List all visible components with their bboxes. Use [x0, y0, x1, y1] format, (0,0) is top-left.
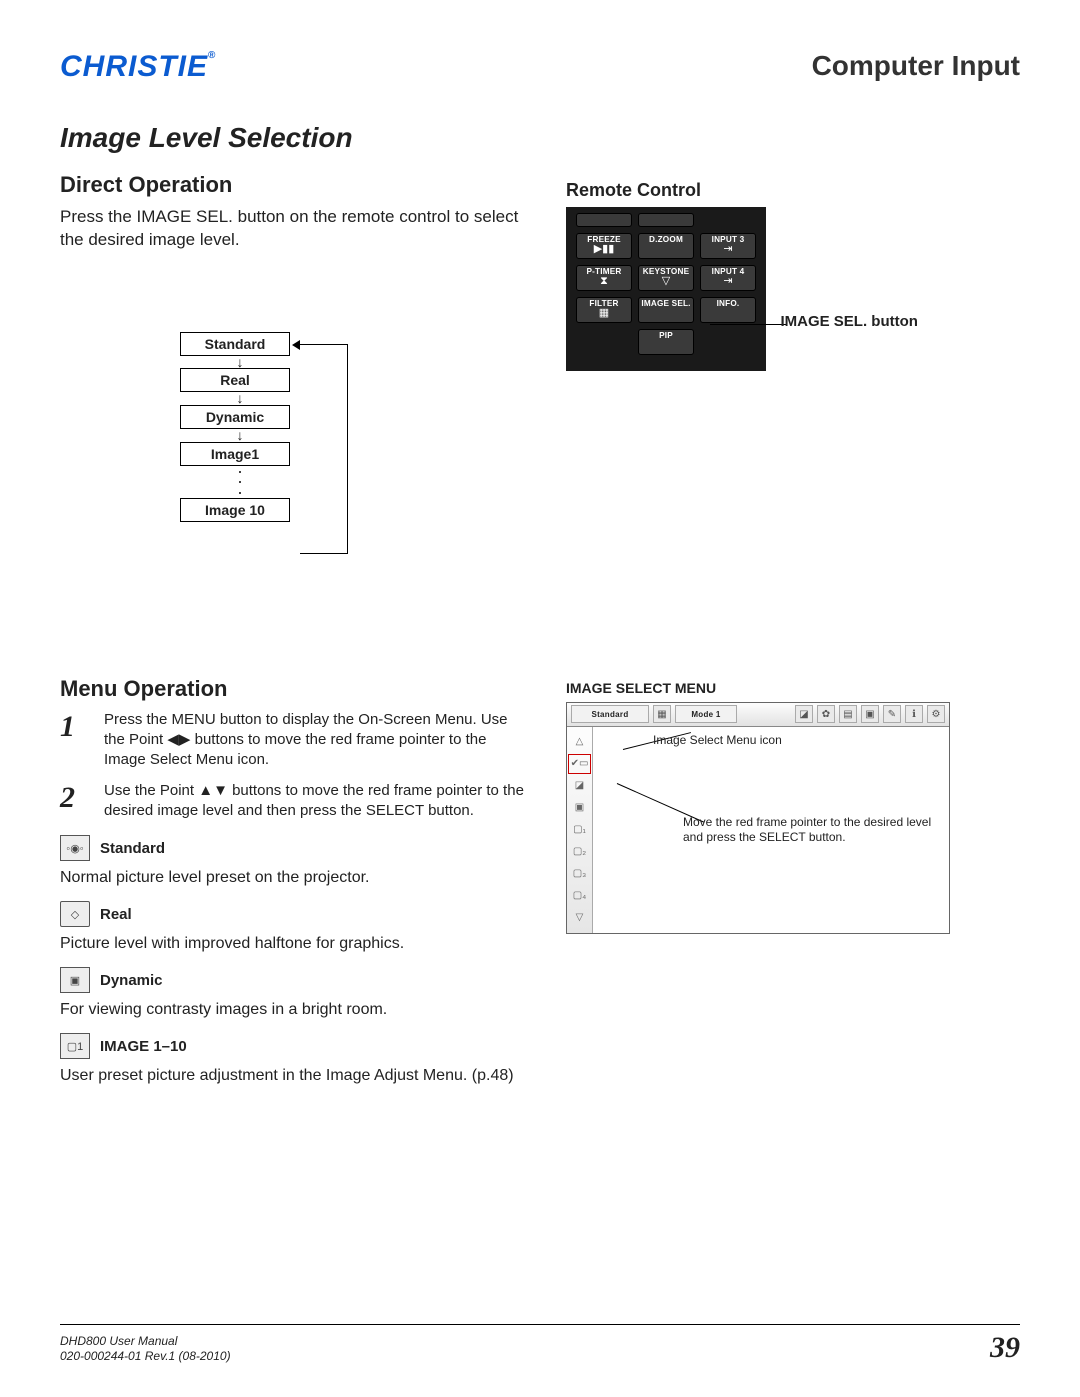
brand-logo: CHRISTIE® [60, 50, 216, 84]
remote-graphic: FREEZE▶▮▮ D.ZOOM INPUT 3⇥ P-TIMER⧗ KEYST… [566, 207, 766, 371]
ism-heading: IMAGE SELECT MENU [566, 680, 1020, 696]
mode-title-dynamic: Dynamic [100, 972, 163, 989]
ism-top-icon-7: ℹ [905, 705, 923, 723]
cycle-item-standard: Standard [180, 332, 290, 356]
ism-item-down: ▽ [567, 907, 592, 929]
step-number-2: 2 [60, 781, 104, 822]
ism-top-mode: Mode 1 [675, 705, 737, 723]
remote-callout-label: IMAGE SEL. button [780, 313, 917, 330]
mode-title-real: Real [100, 906, 132, 923]
mode-desc-real: Picture level with improved halftone for… [60, 935, 530, 953]
ism-top-icon-5: ▣ [861, 705, 879, 723]
remote-btn-focus [638, 213, 694, 227]
cycle-loop-line [300, 344, 348, 554]
ism-top-icon-1: ▦ [653, 705, 671, 723]
ism-item-2: ◪ [567, 775, 592, 797]
footer-rev: 020-000244-01 Rev.1 (08-2010) [60, 1349, 231, 1365]
mode-icon-standard: ◦◉◦ [60, 835, 90, 861]
mode-icon-image110: ▢1 [60, 1033, 90, 1059]
cycle-item-real: Real [180, 368, 290, 392]
mode-desc-dynamic: For viewing contrasty images in a bright… [60, 1001, 530, 1019]
brand-logo-text: CHRISTIE [60, 50, 208, 83]
ism-top-standard: Standard [571, 705, 649, 723]
step-text-2: Use the Point ▲▼ buttons to move the red… [104, 781, 530, 822]
step-text-1: Press the MENU button to display the On-… [104, 710, 530, 771]
ism-callout-2: Move the red frame pointer to the desire… [683, 815, 943, 846]
ism-top-icon-8: ⚙ [927, 705, 945, 723]
mode-desc-standard: Normal picture level preset on the proje… [60, 869, 530, 887]
remote-btn-pip: PIP [638, 329, 694, 355]
ism-item-7: ▢₄ [567, 885, 592, 907]
ism-item-selected: ✔▭ [567, 753, 592, 775]
remote-btn-keystone: KEYSTONE▽ [638, 265, 694, 291]
mode-title-standard: Standard [100, 840, 165, 857]
remote-leader-line [710, 324, 786, 325]
mode-icon-dynamic: ▣ [60, 967, 90, 993]
remote-btn-zoom [576, 213, 632, 227]
direct-operation-heading: Direct Operation [60, 172, 530, 198]
mode-title-image110: IMAGE 1–10 [100, 1038, 187, 1055]
registered-mark: ® [208, 50, 216, 61]
ism-callout-1: Image Select Menu icon [653, 733, 782, 747]
image-select-menu: Standard ▦ Mode 1 ◪ ✿ ▤ ▣ ✎ ℹ ⚙ △ ✔▭ ◪ ▣… [566, 702, 950, 934]
cycle-item-image1: Image1 [180, 442, 290, 466]
remote-btn-ptimer: P-TIMER⧗ [576, 265, 632, 291]
section-title: Image Level Selection [60, 122, 1020, 154]
remote-btn-imagesel: IMAGE SEL. [638, 297, 694, 323]
mode-icon-real: ◇ [60, 901, 90, 927]
menu-operation-heading: Menu Operation [60, 676, 530, 702]
footer-manual: DHD800 User Manual [60, 1334, 231, 1350]
cycle-item-dynamic: Dynamic [180, 405, 290, 429]
ism-item-6: ▢₃ [567, 863, 592, 885]
remote-btn-filter: FILTER▦ [576, 297, 632, 323]
remote-btn-input4: INPUT 4⇥ [700, 265, 756, 291]
step-number-1: 1 [60, 710, 104, 771]
remote-btn-freeze: FREEZE▶▮▮ [576, 233, 632, 259]
footer-info: DHD800 User Manual 020-000244-01 Rev.1 (… [60, 1334, 231, 1365]
ism-item-4: ▢₁ [567, 819, 592, 841]
ism-item-5: ▢₂ [567, 841, 592, 863]
ism-item-3: ▣ [567, 797, 592, 819]
remote-btn-input3: INPUT 3⇥ [700, 233, 756, 259]
ism-top-icon-4: ▤ [839, 705, 857, 723]
ism-top-icon-3: ✿ [817, 705, 835, 723]
cycle-item-image10: Image 10 [180, 498, 290, 522]
ism-top-icon-2: ◪ [795, 705, 813, 723]
mode-desc-image110: User preset picture adjustment in the Im… [60, 1067, 530, 1085]
ism-top-icon-6: ✎ [883, 705, 901, 723]
page-number: 39 [990, 1331, 1020, 1365]
cycle-diagram: Standard ↓ Real ↓ Dynamic ↓ Image1 ··· I… [180, 332, 480, 572]
remote-control-heading: Remote Control [566, 180, 1020, 201]
direct-operation-text: Press the IMAGE SEL. button on the remot… [60, 206, 530, 252]
ism-left-column: △ ✔▭ ◪ ▣ ▢₁ ▢₂ ▢₃ ▢₄ ▽ [567, 727, 593, 933]
remote-btn-info: INFO. [700, 297, 756, 323]
ism-item-up: △ [567, 731, 592, 753]
remote-btn-dzoom: D.ZOOM [638, 233, 694, 259]
chapter-title: Computer Input [812, 50, 1020, 82]
